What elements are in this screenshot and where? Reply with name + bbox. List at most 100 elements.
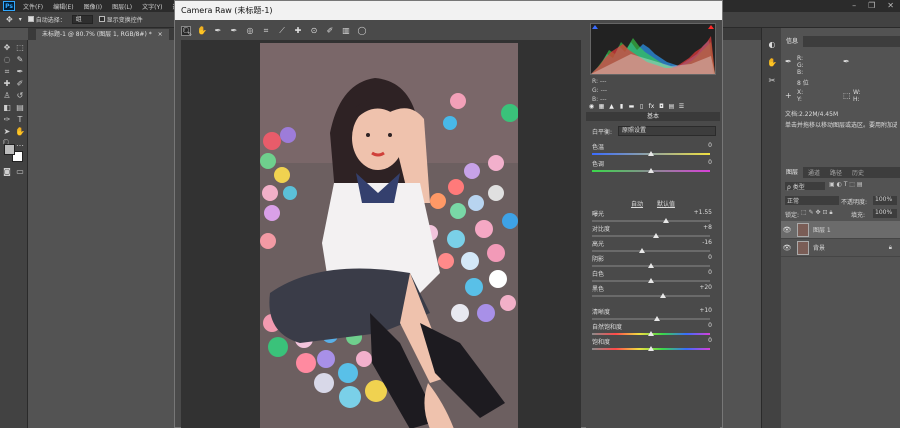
camera-calibration-tab-icon[interactable]: ◘ [658,103,665,110]
healing-brush-icon[interactable]: ✚ [2,79,12,89]
menu-type[interactable]: 文字(Y) [137,2,167,11]
slider-thumb[interactable] [648,346,654,351]
hand-tool-icon[interactable]: ✋ [197,26,207,36]
white-balance-tool-icon[interactable]: ✒ [213,26,223,36]
slider-thumb[interactable] [648,151,654,156]
visibility-eye-icon[interactable]: 👁︎ [781,226,793,234]
tab-history[interactable]: 历史 [847,168,869,177]
menu-layer[interactable]: 图层(L) [107,2,137,11]
stamp-tool-icon[interactable]: ♙ [2,91,12,101]
radial-filter-icon[interactable]: ◯ [357,26,367,36]
adjustments-panel-icon[interactable]: ✋ [767,58,777,68]
lens-tab-icon[interactable]: ▯ [638,103,645,110]
eyedropper-tool-icon[interactable]: ✒ [15,67,25,77]
color-panel-icon[interactable]: ◐ [767,40,777,50]
menu-file[interactable]: 文件(F) [18,2,48,11]
slider-thumb[interactable] [638,248,645,253]
minimize-icon[interactable]: – [852,0,856,12]
tab-info[interactable]: 信息 [781,36,804,47]
slider-thumb[interactable] [659,293,666,298]
slider-thumb[interactable] [648,168,654,173]
slider-shadows[interactable]: 阴影 0 [592,254,714,270]
zoom-tool-icon[interactable]: 🔍︎ [181,25,192,36]
gradient-tool-icon[interactable]: ▤ [15,103,25,113]
show-transform-checkbox[interactable]: 显示变换控件 [98,15,143,24]
slider-temperature[interactable]: 色温 0 [592,142,714,158]
brush-tool-icon[interactable]: ✐ [15,79,25,89]
pen-tool-icon[interactable]: ✑ [2,115,12,125]
blend-mode-dropdown[interactable]: 正常 [785,196,839,205]
slider-contrast[interactable]: 对比度 +8 [592,224,714,240]
slider-blacks[interactable]: 黑色 +20 [592,284,714,300]
effects-tab-icon[interactable]: fx [648,103,655,110]
spot-removal-tool-icon[interactable]: ✚ [293,26,303,36]
basic-tab-icon[interactable]: ◉ [588,103,595,110]
maximize-icon[interactable]: ❐ [868,0,875,12]
layer-filter-icons[interactable]: ▣ ◐ T ⬚ ▤ [829,181,863,188]
lock-icons[interactable]: ⬚ ✎ ✥ ⊡ 🔒︎ [801,209,833,217]
foreground-color-swatch[interactable] [4,144,15,155]
screen-mode-icon[interactable]: ▭ [15,167,25,177]
wb-dropdown[interactable]: 原照设置 [618,126,716,136]
menu-image[interactable]: 图像(I) [79,2,107,11]
tab-layers[interactable]: 图层 [781,167,804,178]
menu-edit[interactable]: 编辑(E) [48,2,78,11]
slider-thumb[interactable] [652,233,659,238]
auto-select-checkbox[interactable]: 自动选择： [27,15,66,24]
crop-tool-icon[interactable]: ⌗ [2,67,12,77]
tool-preset-dropdown[interactable]: ▾ [19,16,22,23]
target-adjust-tool-icon[interactable]: ◎ [245,26,255,36]
auto-button[interactable]: 自动 [631,201,643,208]
quick-mask-icon[interactable]: ◙ [2,167,12,177]
layer-row-background[interactable]: 👁︎ 背景 🔒︎ [781,239,900,257]
shadow-clipping-indicator[interactable] [592,25,598,29]
fill-field[interactable]: 100% [873,209,897,218]
tone-curve-tab-icon[interactable]: ▦ [598,103,605,110]
layer-row-1[interactable]: 👁︎ 图层 1 [781,221,900,239]
adjustment-brush-icon[interactable]: ✐ [325,26,335,36]
tab-channels[interactable]: 通道 [803,168,825,177]
close-icon[interactable]: ✕ [887,0,894,12]
hsl-tab-icon[interactable]: ▮ [618,103,625,110]
red-eye-tool-icon[interactable]: ⊙ [309,26,319,36]
slider-thumb[interactable] [653,316,660,321]
highlight-clipping-indicator[interactable] [708,25,714,29]
slider-saturation[interactable]: 饱和度 0 [592,337,714,353]
close-tab-icon[interactable]: × [158,31,163,38]
snapshots-tab-icon[interactable]: ☰ [678,103,685,110]
visibility-eye-icon[interactable]: 👁︎ [781,244,793,252]
history-brush-icon[interactable]: ↺ [15,91,25,101]
slider-exposure[interactable]: 曝光 +1.55 [592,209,714,225]
slider-thumb[interactable] [648,263,654,268]
default-button[interactable]: 默认值 [657,201,675,208]
slider-thumb[interactable] [663,218,670,223]
crop-tool-icon[interactable]: ⌗ [261,26,271,36]
auto-select-dropdown[interactable]: 组 [71,15,93,24]
type-tool-icon[interactable]: T [15,115,25,125]
move-tool-icon[interactable]: ✥ [6,15,13,24]
slider-thumb[interactable] [648,331,654,336]
presets-tab-icon[interactable]: ▤ [668,103,675,110]
split-toning-tab-icon[interactable]: ▬ [628,103,635,110]
slider-whites[interactable]: 白色 0 [592,269,714,285]
slider-thumb[interactable] [648,278,654,283]
straighten-tool-icon[interactable]: ⟋ [277,26,287,36]
preview-canvas[interactable] [181,40,581,428]
marquee-tool-icon[interactable]: ⬚ [15,43,25,53]
opacity-field[interactable]: 100% [873,196,897,205]
layer-kind-filter[interactable]: ρ 类型 [785,182,825,191]
document-tab[interactable]: 未标题-1 @ 80.7% (图层 1, RGB/8#) * × [36,29,169,40]
slider-highlights[interactable]: 高光 -16 [592,239,714,255]
tab-paths[interactable]: 路径 [825,168,847,177]
color-sampler-tool-icon[interactable]: ✒ [229,26,239,36]
move-tool-icon[interactable]: ✥ [2,43,12,53]
more-tools-icon[interactable]: … [15,139,25,149]
slider-tint[interactable]: 色调 0 [592,159,714,175]
properties-panel-icon[interactable]: ✂ [767,76,777,86]
detail-tab-icon[interactable]: ▲ [608,103,615,110]
hand-tool-icon[interactable]: ✋ [15,127,25,137]
eraser-tool-icon[interactable]: ◧ [2,103,12,113]
slider-vibrance[interactable]: 自然饱和度 0 [592,322,714,338]
lasso-tool-icon[interactable]: ◌ [2,55,12,65]
path-select-tool-icon[interactable]: ➤ [2,127,12,137]
